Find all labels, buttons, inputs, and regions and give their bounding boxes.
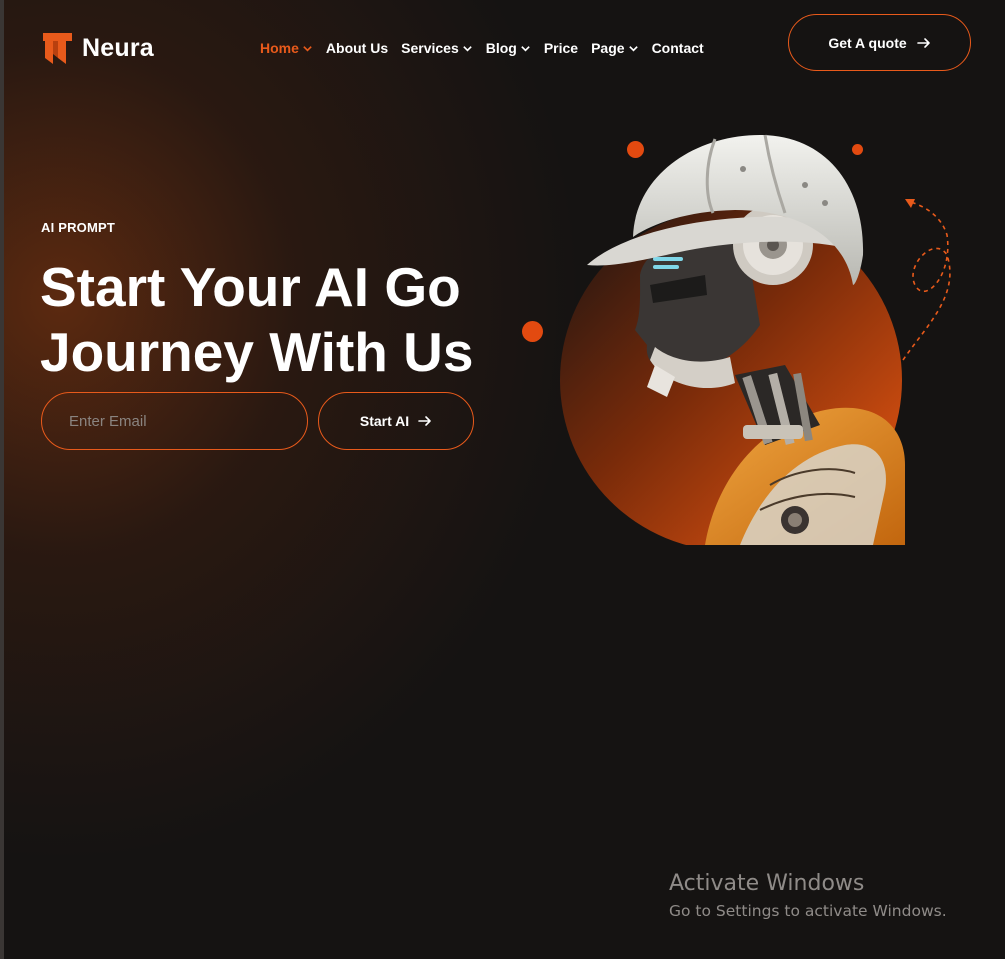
chevron-down-icon [462, 45, 472, 52]
chevron-down-icon [521, 45, 530, 52]
chevron-down-icon [628, 45, 638, 52]
nav-item-blog[interactable]: Blog [486, 40, 531, 56]
robot-with-hard-hat-image [560, 134, 951, 545]
nav-item-label: Home [260, 40, 299, 56]
watermark-title: Activate Windows [669, 871, 865, 896]
nav-item-label: About Us [325, 40, 389, 56]
window-edge [0, 0, 4, 959]
nav-item-home[interactable]: Home [260, 40, 313, 56]
nav-item-price[interactable]: Price [544, 40, 578, 56]
main-nav: Home About Us Services Blog Price Page C… [260, 40, 704, 56]
nav-item-label: Price [543, 40, 579, 56]
arrow-right-icon [418, 416, 431, 426]
brand-name: Neura [82, 34, 154, 62]
nav-item-label: Blog [485, 40, 517, 56]
brand-logo[interactable]: Neura [41, 31, 154, 66]
hero-title-line-1: Start Your AI Go [40, 256, 461, 318]
get-a-quote-label: Get A quote [828, 34, 907, 51]
arrow-right-icon [916, 37, 930, 48]
windows-activation-watermark: Activate Windows Go to Settings to activ… [669, 870, 947, 922]
start-ai-button[interactable]: Start AI [318, 392, 474, 450]
nav-item-page[interactable]: Page [591, 40, 638, 56]
nav-item-contact[interactable]: Contact [652, 40, 704, 56]
watermark-subtitle: Go to Settings to activate Windows. [669, 902, 947, 920]
hero-title: Start Your AI Go Journey With Us [40, 255, 560, 385]
hero-eyebrow: AI PROMPT [41, 220, 116, 235]
page: Neura Home About Us Services Blog Price … [0, 0, 1005, 959]
nav-item-label: Contact [651, 40, 704, 56]
start-ai-label: Start AI [359, 413, 410, 429]
decorative-dot [522, 321, 543, 342]
get-a-quote-button[interactable]: Get A quote [788, 14, 971, 71]
nav-item-services[interactable]: Services [401, 40, 473, 56]
nav-item-about-us[interactable]: About Us [326, 40, 388, 56]
neura-logo-icon [43, 33, 72, 64]
email-input[interactable] [41, 392, 308, 450]
chevron-down-icon [303, 45, 312, 52]
nav-item-label: Page [591, 40, 625, 56]
nav-item-label: Services [401, 40, 459, 56]
hero-title-line-2: Journey With Us [40, 321, 474, 383]
